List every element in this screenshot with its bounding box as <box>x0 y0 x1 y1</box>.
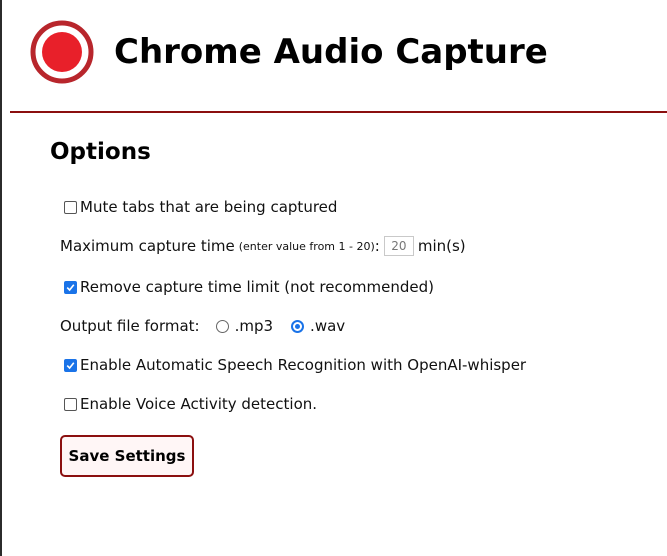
record-icon <box>30 20 94 84</box>
voice-activity-label[interactable]: Enable Voice Activity detection. <box>80 395 317 413</box>
options-heading: Options <box>50 139 151 165</box>
max-capture-time-colon: : <box>374 237 380 255</box>
header: Chrome Audio Capture <box>0 0 667 112</box>
mute-tabs-checkbox[interactable] <box>64 200 77 214</box>
max-capture-time-input[interactable] <box>383 236 414 256</box>
wav-label[interactable]: .wav <box>310 317 345 335</box>
mute-tabs-label[interactable]: Mute tabs that are being captured <box>80 198 337 216</box>
voice-activity-checkbox[interactable] <box>64 397 77 411</box>
output-format-label: Output file format: <box>60 317 200 335</box>
max-capture-time-unit: min(s) <box>417 237 466 255</box>
max-capture-time-label: Maximum capture time <box>60 237 235 255</box>
mp3-label[interactable]: .mp3 <box>235 317 273 335</box>
speech-recognition-checkbox[interactable] <box>64 358 77 372</box>
wav-radio[interactable] <box>291 319 305 333</box>
speech-recognition-row: Enable Automatic Speech Recognition with… <box>60 353 526 377</box>
voice-activity-row: Enable Voice Activity detection. <box>60 392 317 416</box>
output-format-row: Output file format: .mp3 .wav <box>60 314 345 338</box>
remove-limit-row: Remove capture time limit (not recommend… <box>60 275 434 299</box>
header-divider <box>10 111 667 113</box>
max-capture-time-row: Maximum capture time (enter value from 1… <box>60 234 466 258</box>
mp3-radio[interactable] <box>215 319 229 333</box>
mute-tabs-row: Mute tabs that are being captured <box>60 195 337 219</box>
app-title: Chrome Audio Capture <box>114 32 548 72</box>
remove-limit-checkbox[interactable] <box>64 280 77 294</box>
save-settings-button[interactable]: Save Settings <box>60 435 194 477</box>
speech-recognition-label[interactable]: Enable Automatic Speech Recognition with… <box>80 356 526 374</box>
max-capture-time-note: (enter value from 1 - 20) <box>238 239 375 253</box>
remove-limit-label[interactable]: Remove capture time limit (not recommend… <box>80 278 434 296</box>
